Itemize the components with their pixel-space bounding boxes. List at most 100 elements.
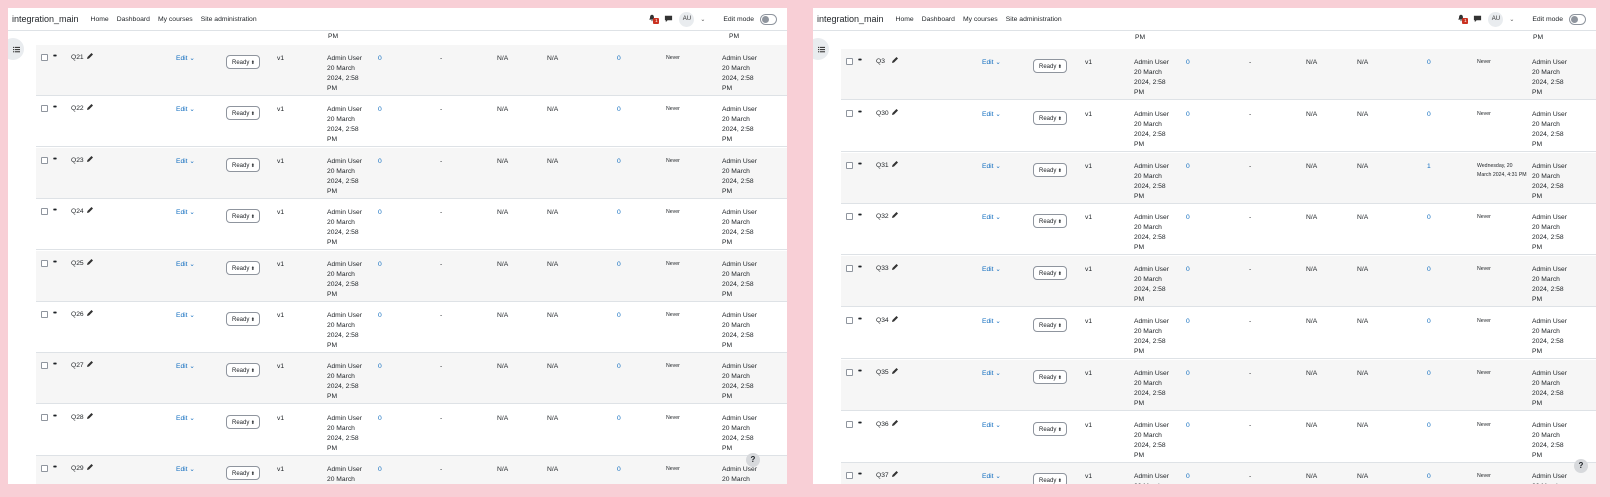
row-checkbox[interactable] bbox=[846, 109, 853, 117]
pencil-icon[interactable] bbox=[891, 419, 899, 427]
drag-icon[interactable]: •• bbox=[53, 104, 57, 111]
comments-link[interactable]: 0 bbox=[378, 311, 382, 321]
usage-link[interactable]: 0 bbox=[617, 157, 621, 167]
nav-site-administration[interactable]: Site administration bbox=[201, 16, 257, 23]
row-checkbox[interactable] bbox=[41, 156, 48, 164]
usage-link[interactable]: 0 bbox=[617, 362, 621, 372]
edit-menu-button[interactable]: Edit ⌄ bbox=[982, 317, 1001, 325]
row-checkbox[interactable] bbox=[41, 208, 48, 216]
row-checkbox[interactable] bbox=[41, 105, 48, 113]
chat-icon[interactable] bbox=[1473, 14, 1482, 25]
usage-link[interactable]: 0 bbox=[1427, 369, 1431, 379]
status-select[interactable]: Ready ⬍ bbox=[1033, 318, 1067, 332]
drag-icon[interactable]: •• bbox=[53, 259, 57, 266]
comments-link[interactable]: 0 bbox=[1186, 369, 1190, 379]
drag-icon[interactable]: •• bbox=[858, 420, 862, 427]
edit-mode-toggle[interactable] bbox=[1569, 13, 1586, 25]
chevron-down-icon[interactable]: ⌄ bbox=[700, 16, 705, 23]
usage-link[interactable]: 0 bbox=[617, 54, 621, 64]
pencil-icon[interactable] bbox=[86, 103, 94, 111]
drag-icon[interactable]: •• bbox=[53, 413, 57, 420]
edit-menu-button[interactable]: Edit ⌄ bbox=[176, 362, 195, 370]
edit-menu-button[interactable]: Edit ⌄ bbox=[982, 472, 1001, 480]
comments-link[interactable]: 0 bbox=[1186, 265, 1190, 275]
status-select[interactable]: Ready ⬍ bbox=[1033, 214, 1067, 229]
nav-my-courses[interactable]: My courses bbox=[158, 16, 193, 23]
usage-link[interactable]: 1 bbox=[1427, 162, 1431, 172]
usage-link[interactable]: 0 bbox=[1427, 110, 1431, 120]
comments-link[interactable]: 0 bbox=[1186, 421, 1190, 431]
edit-menu-button[interactable]: Edit ⌄ bbox=[982, 58, 1001, 66]
comments-link[interactable]: 0 bbox=[1186, 162, 1190, 172]
comments-link[interactable]: 0 bbox=[378, 362, 382, 372]
edit-mode-toggle[interactable] bbox=[760, 13, 777, 25]
usage-link[interactable]: 0 bbox=[617, 260, 621, 270]
row-checkbox[interactable] bbox=[846, 317, 853, 324]
nav-dashboard[interactable]: Dashboard bbox=[922, 16, 955, 23]
usage-link[interactable]: 0 bbox=[617, 414, 621, 424]
row-checkbox[interactable] bbox=[41, 54, 48, 61]
pencil-icon[interactable] bbox=[891, 211, 899, 219]
row-checkbox[interactable] bbox=[41, 413, 48, 421]
avatar[interactable]: AU bbox=[1488, 11, 1504, 27]
usage-link[interactable]: 0 bbox=[617, 311, 621, 321]
pencil-icon[interactable] bbox=[86, 309, 94, 317]
edit-menu-button[interactable]: Edit ⌄ bbox=[176, 54, 195, 62]
drag-icon[interactable]: •• bbox=[858, 471, 862, 478]
status-select[interactable]: Ready ⬍ bbox=[226, 106, 260, 121]
drag-icon[interactable]: •• bbox=[858, 368, 862, 375]
comments-link[interactable]: 0 bbox=[378, 54, 382, 64]
comments-link[interactable]: 0 bbox=[1186, 110, 1190, 120]
edit-menu-button[interactable]: Edit ⌄ bbox=[982, 213, 1001, 221]
help-icon[interactable]: ? bbox=[746, 453, 760, 467]
comments-link[interactable]: 0 bbox=[1186, 317, 1190, 327]
edit-menu-button[interactable]: Edit ⌄ bbox=[176, 208, 195, 216]
status-select[interactable]: Ready ⬍ bbox=[1033, 369, 1067, 384]
drag-icon[interactable]: •• bbox=[53, 464, 57, 471]
status-select[interactable]: Ready ⬍ bbox=[226, 363, 260, 378]
status-select[interactable]: Ready ⬍ bbox=[1033, 110, 1067, 125]
comments-link[interactable]: 0 bbox=[1186, 58, 1190, 68]
chevron-down-icon[interactable]: ⌄ bbox=[1509, 16, 1514, 23]
drag-icon[interactable]: •• bbox=[858, 109, 862, 116]
drag-icon[interactable]: •• bbox=[53, 207, 57, 214]
row-checkbox[interactable] bbox=[846, 368, 853, 376]
status-select[interactable]: Ready ⬍ bbox=[226, 466, 260, 481]
edit-menu-button[interactable]: Edit ⌄ bbox=[982, 162, 1001, 170]
row-checkbox[interactable] bbox=[846, 161, 853, 169]
row-checkbox[interactable] bbox=[41, 259, 48, 267]
status-select[interactable]: Ready ⬍ bbox=[226, 260, 260, 275]
comments-link[interactable]: 0 bbox=[1186, 213, 1190, 223]
pencil-icon[interactable] bbox=[891, 263, 899, 271]
pencil-icon[interactable] bbox=[86, 258, 94, 266]
comments-link[interactable]: 0 bbox=[378, 208, 382, 218]
usage-link[interactable]: 0 bbox=[1427, 472, 1431, 482]
pencil-icon[interactable] bbox=[891, 367, 899, 375]
row-checkbox[interactable] bbox=[846, 420, 853, 428]
drag-icon[interactable]: •• bbox=[53, 361, 57, 368]
nav-home[interactable]: Home bbox=[896, 16, 914, 23]
status-select[interactable]: Ready ⬍ bbox=[226, 312, 260, 326]
status-select[interactable]: Ready ⬍ bbox=[1033, 421, 1067, 436]
status-select[interactable]: Ready ⬍ bbox=[1033, 59, 1067, 73]
pencil-icon[interactable] bbox=[86, 206, 94, 214]
drag-icon[interactable]: •• bbox=[858, 57, 862, 64]
drag-icon[interactable]: •• bbox=[53, 310, 57, 317]
comments-link[interactable]: 0 bbox=[378, 105, 382, 115]
pencil-icon[interactable] bbox=[86, 52, 94, 60]
pencil-icon[interactable] bbox=[891, 160, 899, 168]
avatar[interactable]: AU bbox=[679, 11, 695, 27]
drag-icon[interactable]: •• bbox=[858, 264, 862, 271]
nav-dashboard[interactable]: Dashboard bbox=[117, 16, 150, 23]
pencil-icon[interactable] bbox=[891, 470, 899, 478]
row-checkbox[interactable] bbox=[41, 362, 48, 370]
edit-menu-button[interactable]: Edit ⌄ bbox=[176, 465, 195, 473]
bell-icon[interactable]: 1 bbox=[1457, 14, 1469, 24]
pencil-icon[interactable] bbox=[891, 108, 899, 116]
edit-menu-button[interactable]: Edit ⌄ bbox=[982, 265, 1001, 273]
usage-link[interactable]: 0 bbox=[1427, 317, 1431, 327]
pencil-icon[interactable] bbox=[86, 463, 94, 471]
comments-link[interactable]: 0 bbox=[1186, 472, 1190, 482]
pencil-icon[interactable] bbox=[86, 155, 94, 163]
usage-link[interactable]: 0 bbox=[1427, 213, 1431, 223]
